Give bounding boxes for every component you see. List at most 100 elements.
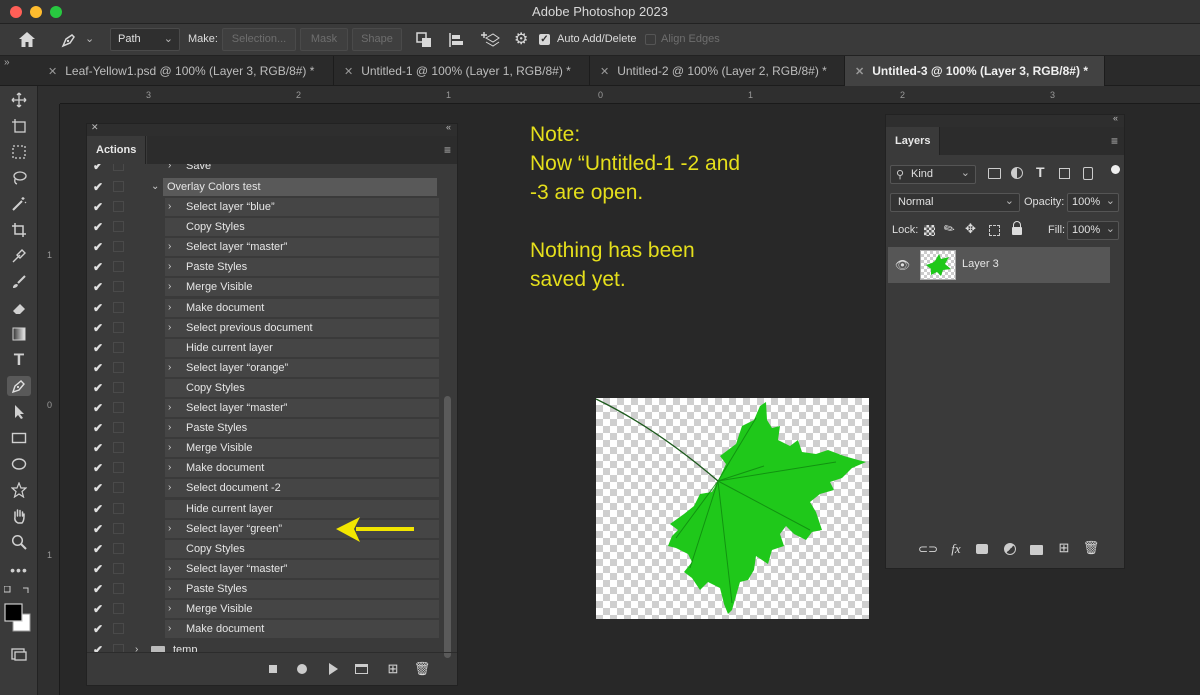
- opacity-input[interactable]: 100% ⌄: [1067, 193, 1119, 212]
- mask-icon[interactable]: [976, 544, 988, 554]
- toggle-check[interactable]: ✔: [93, 164, 107, 176]
- marquee-tool[interactable]: [7, 142, 31, 162]
- adjustment-filter-icon[interactable]: [1011, 167, 1023, 179]
- mask-button[interactable]: Mask: [300, 28, 348, 51]
- close-tab-icon[interactable]: ✕: [600, 66, 609, 78]
- toggle-check[interactable]: ✔: [93, 640, 107, 652]
- lasso-tool[interactable]: [7, 168, 31, 188]
- dialog-toggle[interactable]: [113, 462, 124, 474]
- layer-filter-select[interactable]: ⚲ Kind ⌄: [890, 165, 976, 184]
- dialog-toggle[interactable]: [113, 482, 124, 494]
- expand-icon[interactable]: ›: [168, 458, 171, 478]
- adjustment-icon[interactable]: [1004, 543, 1016, 555]
- edit-toolbar-button[interactable]: •••: [7, 560, 31, 580]
- tab-layers[interactable]: Layers: [886, 127, 941, 155]
- dialog-toggle[interactable]: [113, 241, 124, 253]
- close-panel-icon[interactable]: ✕: [91, 122, 99, 133]
- collapse-panel-icon[interactable]: «: [1113, 113, 1118, 123]
- fill-input[interactable]: 100% ⌄: [1067, 221, 1119, 240]
- stop-icon[interactable]: [269, 665, 277, 673]
- path-alignment-icon[interactable]: [448, 32, 464, 48]
- dialog-toggle[interactable]: [113, 321, 124, 333]
- pen-tool-icon[interactable]: [60, 31, 78, 49]
- dialog-toggle[interactable]: [113, 402, 124, 413]
- dialog-toggle[interactable]: [113, 562, 124, 574]
- dialog-toggle[interactable]: [113, 603, 124, 614]
- toggle-check[interactable]: ✔: [93, 519, 107, 539]
- brush-tool[interactable]: [7, 272, 31, 292]
- action-step-row[interactable]: ✔ › Select layer “blue”: [87, 197, 439, 217]
- dialog-toggle[interactable]: [113, 164, 124, 171]
- toggle-check[interactable]: ✔: [93, 257, 107, 277]
- crop-tool[interactable]: [7, 220, 31, 240]
- shape-button[interactable]: Shape: [352, 28, 402, 51]
- toggle-check[interactable]: ✔: [93, 458, 107, 478]
- artboard-tool[interactable]: [7, 116, 31, 136]
- trash-icon[interactable]: 🗑: [413, 661, 431, 677]
- lock-all-icon[interactable]: [1012, 227, 1022, 235]
- tab-leaf-yellow1[interactable]: ✕ Leaf-Yellow1.psd @ 100% (Layer 3, RGB/8…: [38, 56, 334, 86]
- dialog-toggle[interactable]: [113, 623, 124, 635]
- toggle-check[interactable]: ✔: [93, 499, 107, 519]
- chevron-down-icon[interactable]: ⌄: [151, 177, 159, 197]
- scrollbar[interactable]: [444, 168, 452, 658]
- play-icon[interactable]: [329, 663, 338, 675]
- smart-object-filter-icon[interactable]: [1083, 167, 1093, 180]
- panel-menu-icon[interactable]: ≡: [1111, 134, 1118, 148]
- expand-icon[interactable]: ›: [168, 478, 171, 498]
- action-step-row[interactable]: ✔ › Paste Styles: [87, 257, 439, 277]
- action-step-row[interactable]: ✔ › Select layer “master”: [87, 237, 439, 257]
- type-filter-icon[interactable]: T: [1036, 164, 1045, 180]
- action-set-row[interactable]: ✔ ⌄ Overlay Colors test: [87, 177, 439, 197]
- layer-row[interactable]: 👁 Layer 3: [888, 247, 1110, 283]
- new-action-icon[interactable]: ⊞: [384, 661, 402, 677]
- filter-toggle-icon[interactable]: [1111, 165, 1120, 174]
- dialog-toggle[interactable]: [113, 281, 124, 293]
- expand-icon[interactable]: ›: [168, 164, 171, 176]
- toggle-check[interactable]: ✔: [93, 217, 107, 237]
- lock-position-icon[interactable]: ✥: [965, 221, 976, 237]
- expand-icon[interactable]: ›: [168, 438, 171, 458]
- toggle-check[interactable]: ✔: [93, 438, 107, 458]
- color-swatches[interactable]: [4, 586, 34, 632]
- trash-icon[interactable]: 🗑: [1082, 540, 1100, 556]
- toggle-check[interactable]: ✔: [93, 418, 107, 438]
- action-step-row[interactable]: ✔ › Make document: [87, 298, 439, 318]
- dialog-toggle[interactable]: [113, 361, 124, 373]
- expand-icon[interactable]: ›: [168, 197, 171, 217]
- eye-icon[interactable]: 👁: [895, 258, 910, 272]
- align-edges-checkbox[interactable]: [645, 34, 656, 45]
- action-step-row[interactable]: ✔ › Merge Visible: [87, 599, 439, 619]
- action-step-row[interactable]: ✔ › Select document -2: [87, 478, 439, 498]
- type-tool[interactable]: T: [7, 350, 31, 370]
- action-step-row[interactable]: ✔ Hide current layer: [87, 338, 439, 358]
- toggle-check[interactable]: ✔: [93, 237, 107, 257]
- eyedropper-tool[interactable]: [7, 246, 31, 266]
- link-icon[interactable]: ⊂⊃: [918, 541, 938, 557]
- collapse-panel-icon[interactable]: «: [446, 122, 451, 132]
- ellipse-tool[interactable]: [7, 454, 31, 474]
- tab-untitled-3[interactable]: ✕ Untitled-3 @ 100% (Layer 3, RGB/8#) *: [845, 56, 1105, 86]
- scrollbar-thumb[interactable]: [444, 396, 451, 658]
- expand-icon[interactable]: ›: [168, 418, 171, 438]
- toggle-check[interactable]: ✔: [93, 619, 107, 639]
- fx-icon[interactable]: fx: [947, 541, 965, 557]
- toggle-check[interactable]: ✔: [93, 378, 107, 398]
- blend-mode-select[interactable]: Normal ⌄: [890, 193, 1020, 212]
- tab-actions[interactable]: Actions: [87, 136, 147, 164]
- dialog-toggle[interactable]: [113, 261, 124, 273]
- dialog-toggle[interactable]: [113, 301, 124, 313]
- toggle-check[interactable]: ✔: [93, 277, 107, 297]
- action-step-row[interactable]: ✔ › Paste Styles: [87, 418, 439, 438]
- expand-icon[interactable]: ›: [168, 519, 171, 539]
- toggle-check[interactable]: ✔: [93, 599, 107, 619]
- expand-icon[interactable]: ›: [168, 579, 171, 599]
- toggle-check[interactable]: ✔: [93, 298, 107, 318]
- mode-select[interactable]: Path ⌄: [110, 28, 180, 51]
- expand-icon[interactable]: ›: [168, 237, 171, 257]
- toggle-check[interactable]: ✔: [93, 478, 107, 498]
- gradient-tool[interactable]: [7, 324, 31, 344]
- expand-icon[interactable]: ›: [168, 277, 171, 297]
- record-icon[interactable]: [297, 664, 307, 674]
- pixel-filter-icon[interactable]: [988, 168, 1001, 179]
